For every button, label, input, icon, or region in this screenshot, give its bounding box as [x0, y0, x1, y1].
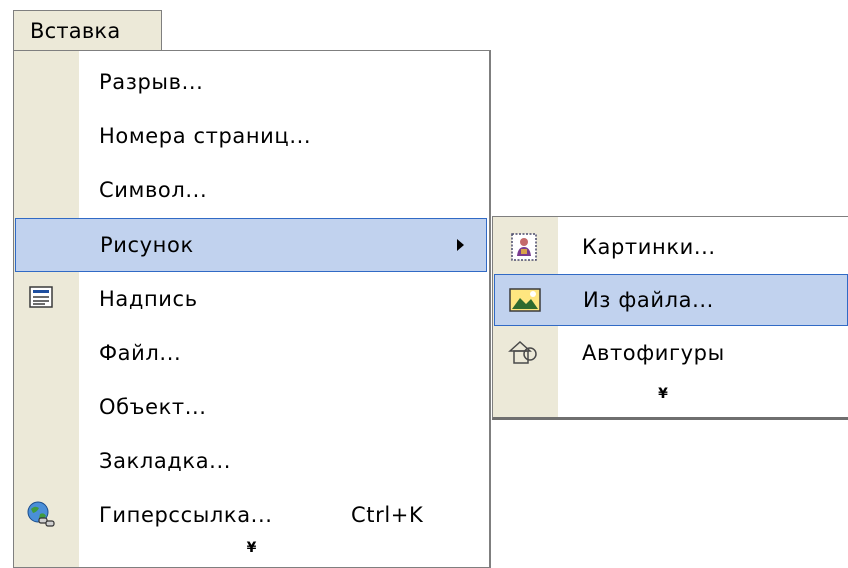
menu-expand-chevron[interactable]: ¥	[247, 541, 257, 555]
submenu-item-label: Автофигуры	[582, 341, 725, 365]
menu-item-shortcut: Ctrl+K	[351, 503, 424, 527]
menu-item-label: Надпись	[99, 287, 198, 311]
menubar-insert-label: Вставка	[30, 19, 121, 43]
menu-item-file[interactable]: Файл...	[15, 326, 488, 380]
menu-item-label: Рисунок	[100, 233, 194, 257]
autoshapes-icon	[504, 337, 544, 369]
submenu-arrow-icon	[457, 239, 464, 251]
submenu-item-autoshapes[interactable]: Автофигуры	[494, 327, 848, 379]
menu-item-label: Гиперссылка...	[99, 503, 273, 527]
menu-item-break[interactable]: Разрыв...	[15, 55, 488, 109]
menu-item-object[interactable]: Объект...	[15, 380, 488, 434]
picture-submenu: Картинки... Из файла... Автофигуры ¥	[492, 216, 848, 420]
double-chevron-down-icon: ¥	[246, 540, 257, 556]
submenu-item-clip-art[interactable]: Картинки...	[494, 221, 848, 273]
submenu-item-from-file[interactable]: Из файла...	[494, 274, 848, 326]
menu-item-bookmark[interactable]: Закладка...	[15, 434, 488, 488]
menu-item-page-numbers[interactable]: Номера страниц...	[15, 109, 488, 163]
menu-item-picture[interactable]: Рисунок	[15, 218, 487, 272]
clip-art-icon	[504, 231, 544, 263]
insert-menu: Разрыв... Номера страниц... Символ... Ри…	[13, 50, 491, 568]
menu-item-label: Символ...	[99, 178, 208, 202]
submenu-expand-chevron[interactable]: ¥	[658, 387, 668, 401]
hyperlink-globe-icon	[21, 499, 61, 531]
double-chevron-down-icon: ¥	[658, 386, 668, 402]
submenu-item-label: Картинки...	[582, 235, 716, 259]
picture-from-file-icon	[505, 284, 545, 316]
menu-item-label: Закладка...	[99, 449, 232, 473]
menu-item-text-box[interactable]: Надпись	[15, 272, 488, 326]
menubar-insert[interactable]: Вставка	[13, 10, 162, 51]
submenu-item-label: Из файла...	[583, 288, 714, 312]
menu-item-label: Разрыв...	[99, 70, 204, 94]
menu-item-label: Объект...	[99, 395, 207, 419]
menu-item-hyperlink[interactable]: Гиперссылка... Ctrl+K	[15, 488, 488, 542]
text-box-icon	[21, 283, 61, 315]
menu-item-symbol[interactable]: Символ...	[15, 163, 488, 217]
menu-item-label: Номера страниц...	[99, 124, 312, 148]
menu-item-label: Файл...	[99, 341, 182, 365]
